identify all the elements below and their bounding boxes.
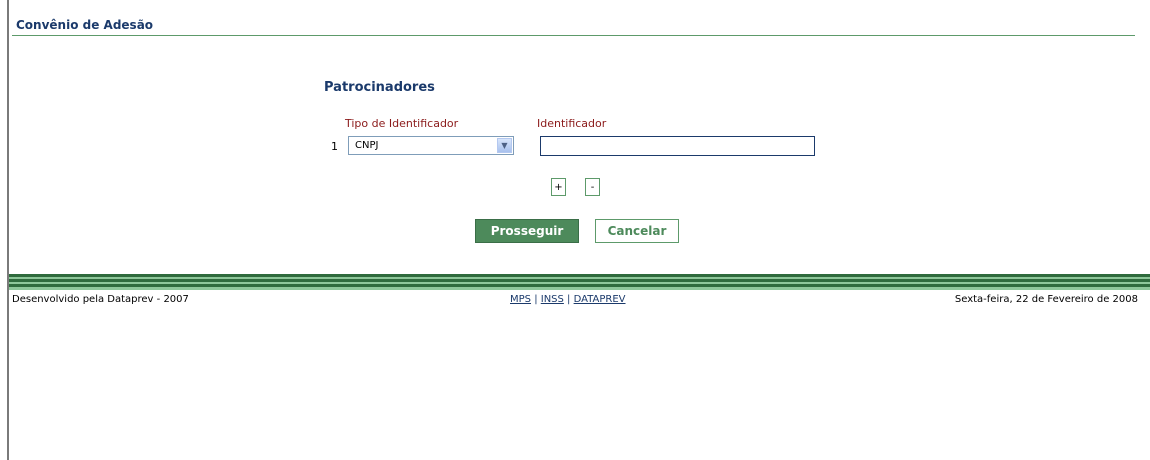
title-divider [12, 35, 1135, 36]
prosseguir-button[interactable]: Prosseguir [475, 219, 579, 243]
footer-links: MPS | INSS | DATAPREV [510, 294, 626, 305]
identificador-label: Identificador [537, 117, 607, 130]
tipo-identificador-value: CNPJ [355, 140, 379, 151]
footer-date: Sexta-feira, 22 de Fevereiro de 2008 [954, 294, 1138, 305]
footer-link-inss[interactable]: INSS [541, 294, 564, 305]
cancelar-button[interactable]: Cancelar [595, 219, 679, 243]
page-title: Convênio de Adesão [16, 18, 154, 32]
tipo-identificador-select[interactable]: CNPJ ▼ [348, 136, 514, 155]
add-row-button[interactable]: + [551, 178, 566, 196]
section-title: Patrocinadores [324, 80, 435, 95]
footer-link-separator: | [531, 294, 541, 305]
chevron-down-icon[interactable]: ▼ [497, 138, 512, 153]
footer-link-separator: | [563, 294, 574, 305]
footer-link-mps[interactable]: MPS [510, 294, 531, 305]
left-border [7, 0, 9, 460]
row-number: 1 [331, 140, 338, 153]
footer-link-dataprev[interactable]: DATAPREV [574, 294, 626, 305]
page-frame: Convênio de Adesão Patrocinadores Tipo d… [0, 0, 1150, 460]
tipo-identificador-label: Tipo de Identificador [345, 117, 459, 130]
remove-row-button[interactable]: - [585, 178, 600, 196]
identificador-input[interactable] [540, 136, 815, 156]
footer-credit: Desenvolvido pela Dataprev - 2007 [12, 294, 189, 305]
footer-band [9, 274, 1150, 290]
